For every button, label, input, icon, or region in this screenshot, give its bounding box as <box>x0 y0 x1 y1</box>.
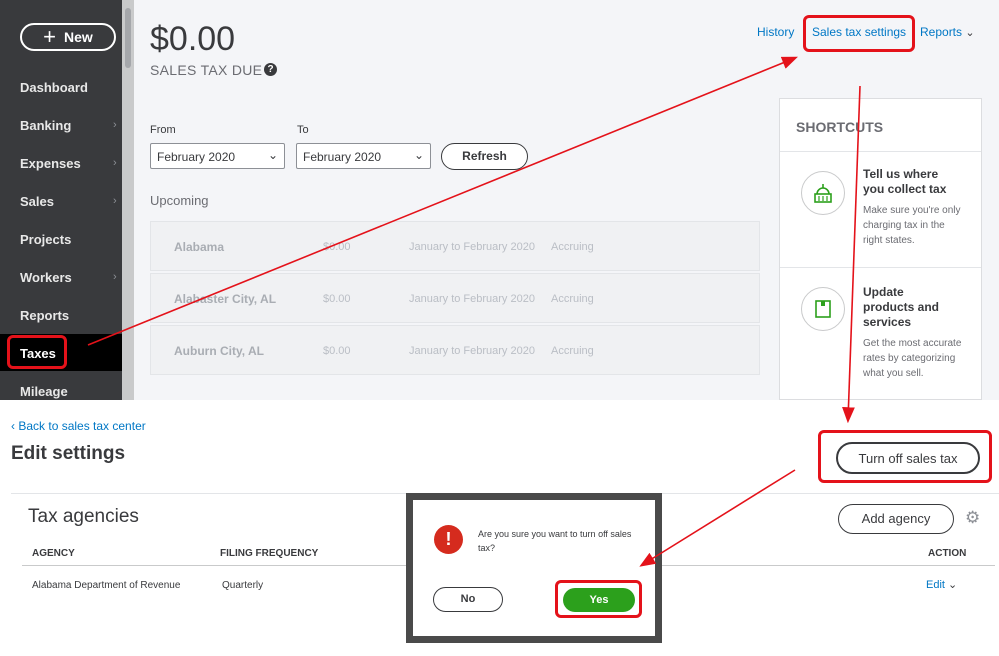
edit-label: Edit <box>926 579 945 591</box>
jurisdiction-name: Alabaster City, AL <box>174 292 277 306</box>
sidebar-item-sales[interactable]: Sales <box>20 194 54 209</box>
chevron-down-icon: ⌄ <box>267 148 278 162</box>
page-title: Edit settings <box>11 443 126 464</box>
upcoming-title: Upcoming <box>150 193 209 208</box>
dialog-message: Are you sure you want to turn off sales … <box>478 529 632 553</box>
turn-off-highlight-box <box>818 430 992 483</box>
chevron-right-icon: › <box>113 119 117 131</box>
new-button-label: New <box>64 29 93 45</box>
back-link-label: Back to sales tax center <box>18 419 146 433</box>
chevron-down-icon: ⌄ <box>948 579 958 591</box>
divider <box>780 267 981 268</box>
edit-action-dropdown[interactable]: Edit ⌄ <box>926 578 957 591</box>
yes-highlight-box <box>555 580 642 618</box>
shortcut-title[interactable]: Update products and services <box>863 285 958 330</box>
help-icon[interactable]: ? <box>264 63 277 76</box>
shortcuts-panel: SHORTCUTS Tell us where you collect tax … <box>779 98 982 400</box>
tax-agencies-title: Tax agencies <box>28 506 139 527</box>
sidebar-item-banking[interactable]: Banking <box>20 118 71 133</box>
to-select-value: February 2020 <box>303 150 382 164</box>
period-cell: January to February 2020 <box>409 345 535 357</box>
column-header-action: ACTION <box>928 548 967 559</box>
to-label: To <box>297 124 309 136</box>
column-header-agency[interactable]: AGENCY <box>32 548 75 559</box>
new-button[interactable]: + New <box>20 23 116 51</box>
period-cell: January to February 2020 <box>409 241 535 253</box>
add-agency-button[interactable]: Add agency <box>838 504 954 534</box>
sidebar-item-expenses[interactable]: Expenses <box>20 156 81 171</box>
amount-cell: $0.00 <box>323 293 351 305</box>
agency-name-cell: Alabama Department of Revenue <box>32 580 181 591</box>
sidebar-item-reports[interactable]: Reports <box>20 308 69 323</box>
capitol-building-icon <box>801 171 845 215</box>
chevron-right-icon: › <box>113 157 117 169</box>
shortcut-description: Get the most accurate rates by categoriz… <box>863 338 962 379</box>
shortcut-title[interactable]: Tell us where you collect tax <box>863 167 958 197</box>
gear-icon[interactable]: ⚙ <box>965 508 980 528</box>
status-cell: Accruing <box>551 241 594 253</box>
scrollbar-thumb[interactable] <box>125 8 131 68</box>
chevron-right-icon: › <box>113 271 117 283</box>
sales-tax-due-label: SALES TAX DUE <box>150 62 263 78</box>
plus-icon: + <box>43 24 57 49</box>
chevron-down-icon: ⌄ <box>965 27 975 39</box>
sidebar-item-mileage[interactable]: Mileage <box>20 384 68 399</box>
reports-dropdown[interactable]: Reports ⌄ <box>920 25 975 39</box>
taxes-highlight-box <box>7 335 67 369</box>
refresh-button[interactable]: Refresh <box>441 143 528 170</box>
sidebar-item-workers[interactable]: Workers <box>20 270 72 285</box>
shortcut-description: Make sure you're only charging tax in th… <box>863 205 961 246</box>
jurisdiction-name: Alabama <box>174 240 225 254</box>
no-button[interactable]: No <box>433 587 503 612</box>
chevron-down-icon: ⌄ <box>413 148 424 162</box>
amount-cell: $0.00 <box>323 345 351 357</box>
amount-cell: $0.00 <box>323 241 351 253</box>
from-select-value: February 2020 <box>157 150 236 164</box>
sales-tax-due-amount: $0.00 <box>150 20 236 58</box>
shortcuts-title: SHORTCUTS <box>796 119 884 135</box>
status-cell: Accruing <box>551 293 594 305</box>
product-box-icon <box>801 287 845 331</box>
to-select[interactable]: February 2020 ⌄ <box>296 143 431 169</box>
status-cell: Accruing <box>551 345 594 357</box>
divider <box>780 151 981 152</box>
history-link[interactable]: History <box>757 25 794 39</box>
sales-tax-center-panel: + New Dashboard Banking › Expenses › Sal… <box>0 0 999 400</box>
filing-frequency-cell: Quarterly <box>222 580 264 591</box>
from-select[interactable]: February 2020 ⌄ <box>150 143 285 169</box>
alert-icon: ! <box>434 525 463 554</box>
from-label: From <box>150 124 176 136</box>
sidebar-item-dashboard[interactable]: Dashboard <box>20 80 88 95</box>
period-cell: January to February 2020 <box>409 293 535 305</box>
reports-label: Reports <box>920 25 963 39</box>
chevron-right-icon: › <box>113 195 117 207</box>
back-to-sales-tax-center-link[interactable]: ‹ Back to sales tax center <box>11 419 146 433</box>
column-header-filing-frequency[interactable]: FILING FREQUENCY <box>220 548 318 559</box>
jurisdiction-name: Auburn City, AL <box>174 344 264 358</box>
settings-highlight-box <box>803 15 915 52</box>
sidebar-item-projects[interactable]: Projects <box>20 232 71 247</box>
chevron-left-icon: ‹ <box>11 419 15 433</box>
